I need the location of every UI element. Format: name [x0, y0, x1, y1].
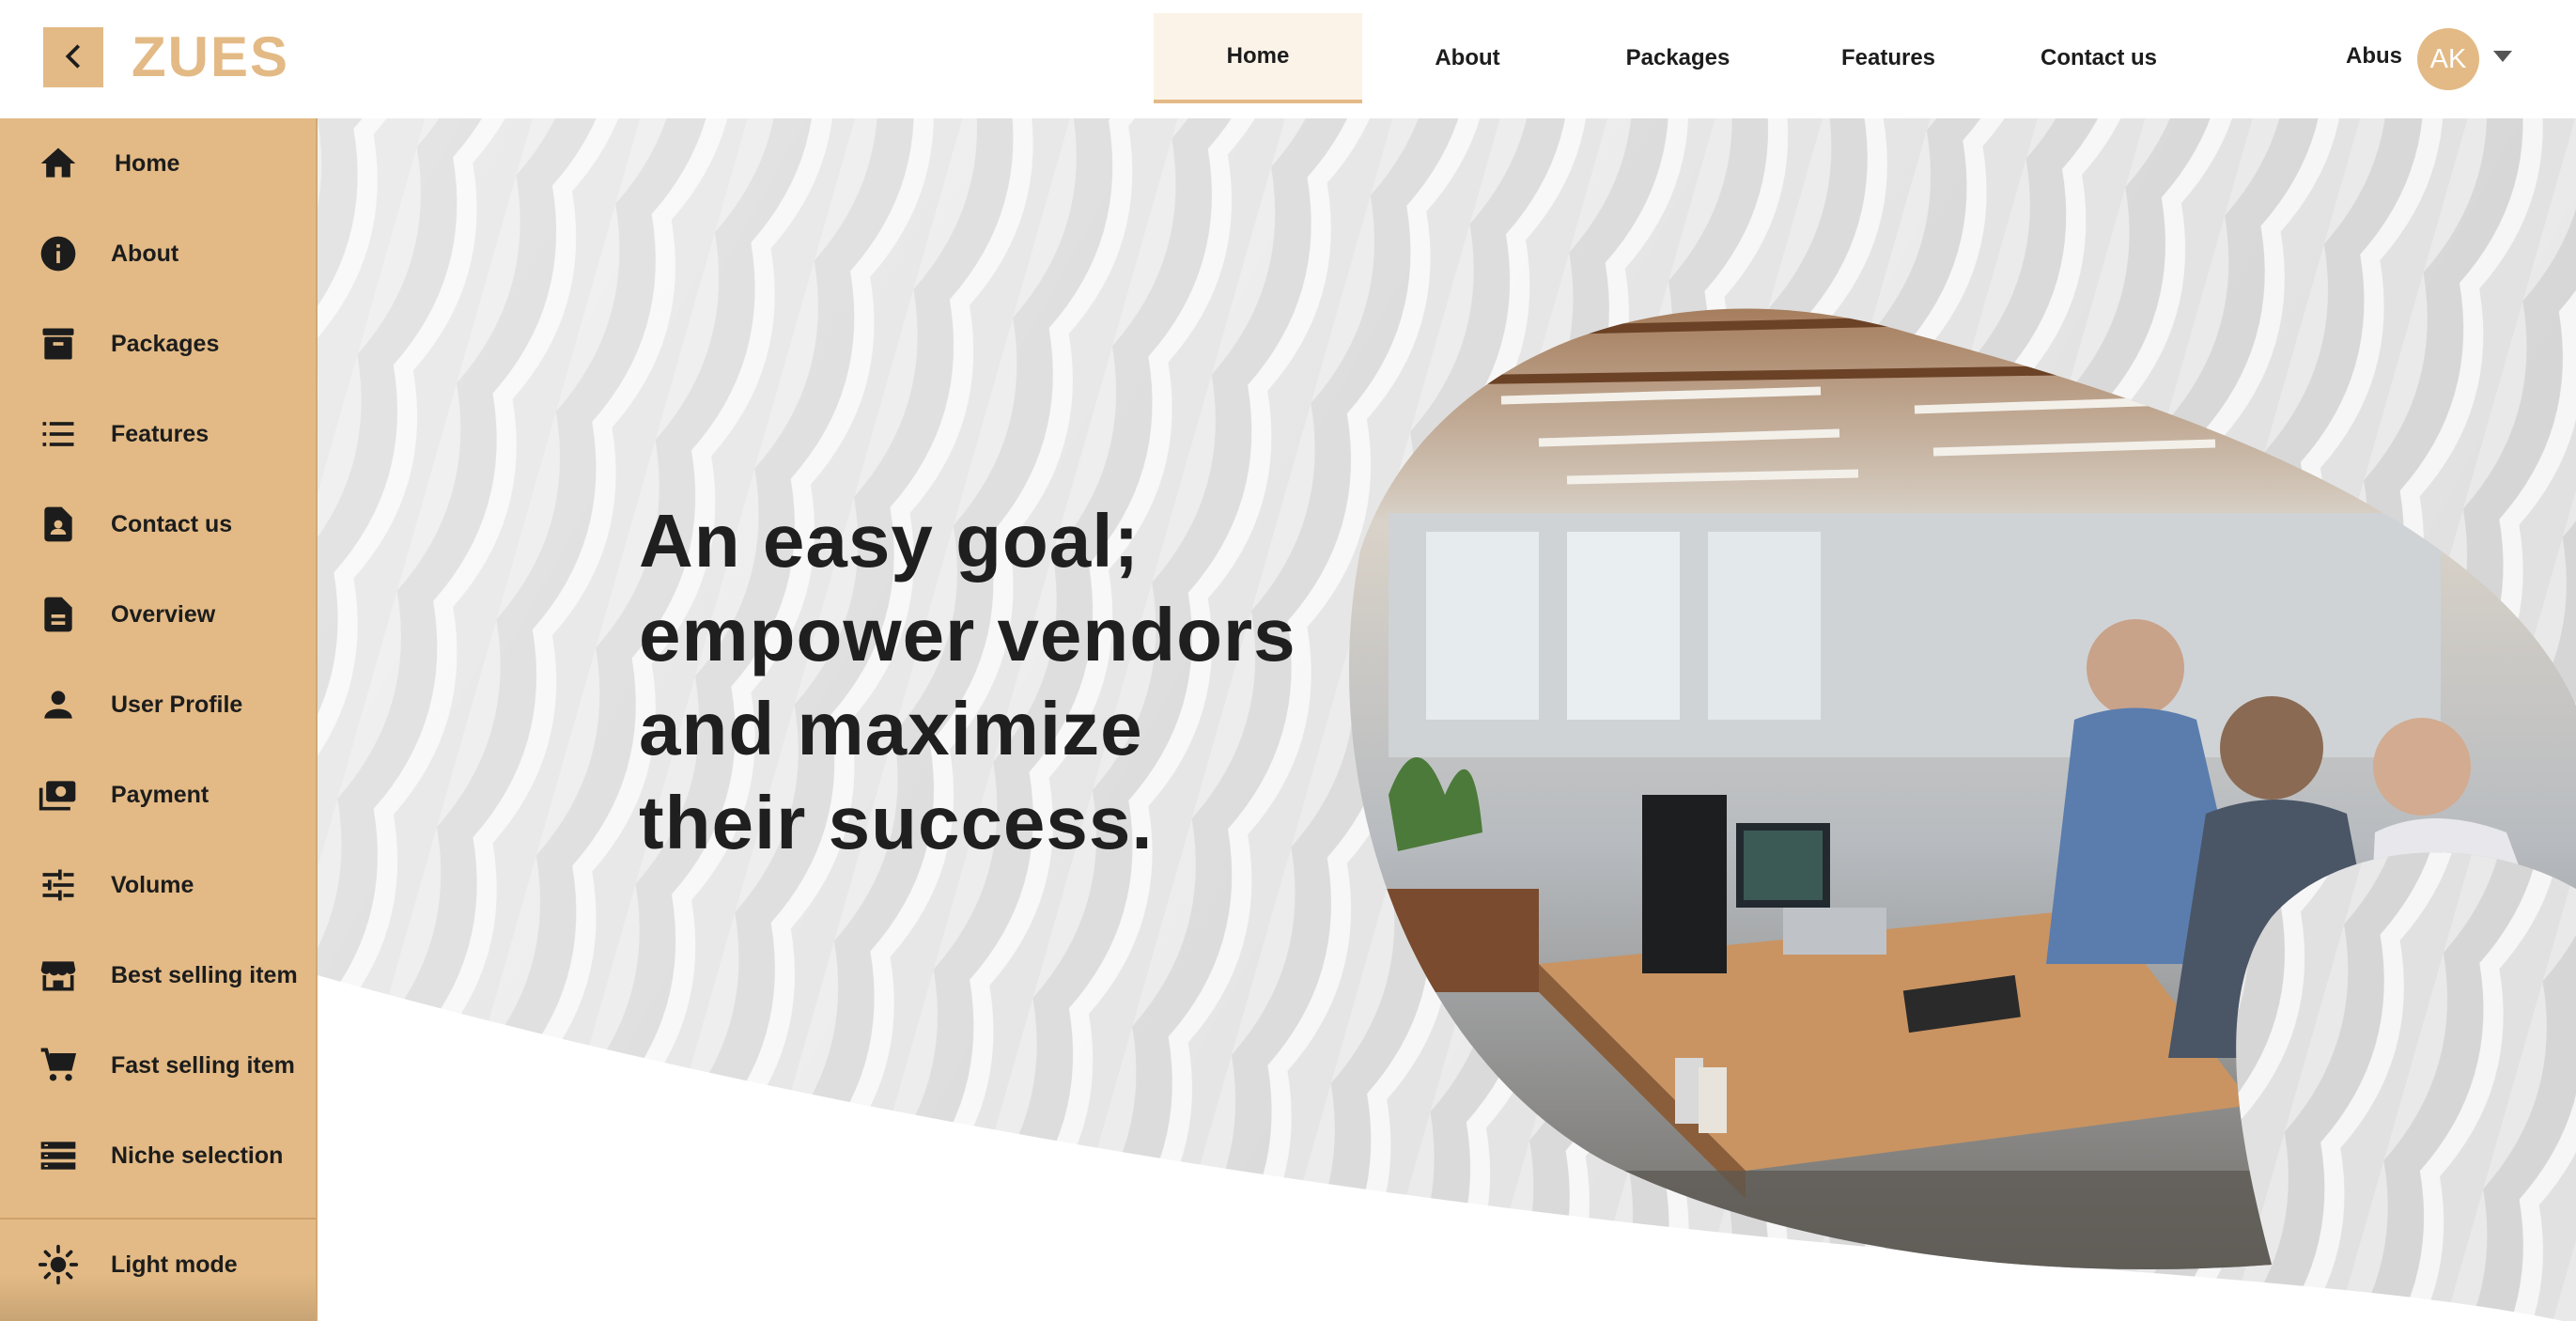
hero-section: An easy goal; empower vendors and maximi…: [318, 118, 2576, 1321]
sliders-icon: [38, 864, 79, 906]
sidebar-item-home[interactable]: Home: [0, 118, 316, 209]
sidebar-item-label: Features: [111, 420, 209, 447]
document-icon: [38, 594, 79, 635]
tab-about[interactable]: About: [1362, 13, 1573, 103]
tab-home[interactable]: Home: [1154, 13, 1362, 103]
avatar[interactable]: AK: [2417, 28, 2479, 90]
sidebar-item-label: Packages: [111, 330, 220, 357]
sidebar-item-features[interactable]: Features: [0, 389, 316, 479]
sidebar-item-niche-selection[interactable]: Niche selection: [0, 1111, 316, 1201]
sidebar-item-about[interactable]: About: [0, 209, 316, 299]
sidebar-item-contact-us[interactable]: Contact us: [0, 479, 316, 569]
chevron-down-icon[interactable]: [2493, 51, 2512, 62]
sidebar-item-fast-selling-item[interactable]: Fast selling item: [0, 1020, 316, 1111]
sidebar: Home About Packages Features Contact us …: [0, 118, 318, 1321]
store-icon: [38, 955, 79, 996]
info-icon: [38, 233, 79, 274]
sidebar-item-label: Niche selection: [111, 1142, 284, 1169]
sidebar-item-overview[interactable]: Overview: [0, 569, 316, 660]
tab-features[interactable]: Features: [1783, 13, 1994, 103]
brand-logo[interactable]: ZUES: [132, 24, 289, 90]
tab-packages[interactable]: Packages: [1573, 13, 1783, 103]
storage-icon: [38, 1135, 79, 1176]
chevron-left-icon: [59, 42, 87, 73]
sidebar-item-volume[interactable]: Volume: [0, 840, 316, 930]
archive-icon: [38, 323, 79, 365]
headline-line: An easy goal;: [639, 499, 1141, 583]
person-icon: [38, 684, 79, 725]
sidebar-item-best-selling-item[interactable]: Best selling item: [0, 930, 316, 1020]
sidebar-item-user-profile[interactable]: User Profile: [0, 660, 316, 750]
sidebar-item-label: Overview: [111, 600, 216, 628]
hero-headline: An easy goal; empower vendors and maximi…: [639, 494, 1353, 870]
contact-icon: [38, 504, 79, 545]
sidebar-item-label: Contact us: [111, 510, 233, 537]
sidebar-item-label: Payment: [111, 781, 209, 808]
sidebar-item-packages[interactable]: Packages: [0, 299, 316, 389]
sidebar-bottom-shadow: [0, 1274, 316, 1321]
headline-line: empower vendors: [639, 593, 1296, 676]
cart-icon: [38, 1045, 79, 1086]
user-name[interactable]: Abus: [2346, 43, 2402, 70]
sidebar-item-payment[interactable]: Payment: [0, 750, 316, 840]
payment-icon: [38, 774, 79, 816]
sidebar-item-label: User Profile: [111, 691, 243, 718]
sidebar-item-label: Home: [115, 149, 180, 177]
sidebar-item-label: Volume: [111, 871, 194, 898]
tab-contact-us[interactable]: Contact us: [1994, 13, 2204, 103]
list-icon: [38, 413, 79, 455]
sidebar-item-label: Best selling item: [111, 961, 298, 988]
headline-line: and maximize: [639, 687, 1143, 770]
sidebar-item-label: Fast selling item: [111, 1051, 295, 1079]
home-icon: [38, 143, 79, 184]
top-bar: ZUES Home About Packages Features Contac…: [0, 0, 2576, 118]
sidebar-item-label: About: [111, 240, 179, 267]
main-nav: Home About Packages Features Contact us: [1154, 13, 2204, 103]
back-button[interactable]: [43, 27, 103, 87]
headline-line: their success.: [639, 781, 1154, 864]
